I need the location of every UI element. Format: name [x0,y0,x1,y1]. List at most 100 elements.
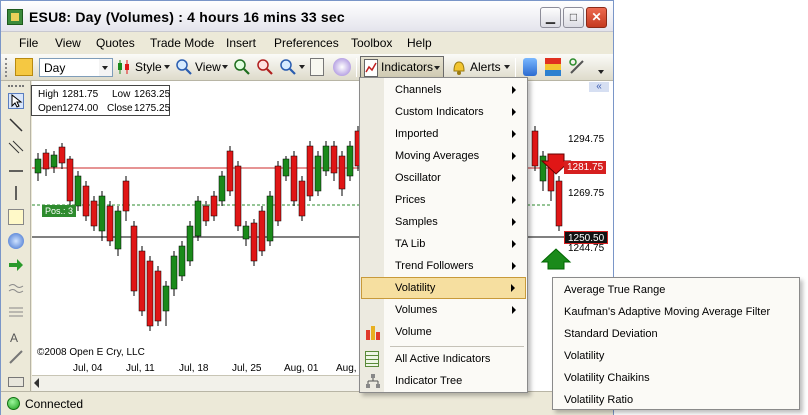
vertical-line-icon[interactable] [8,185,24,201]
submenu-item-standard-deviation[interactable]: Standard Deviation [564,328,658,340]
menu-item-ta-lib[interactable]: TA Lib [361,233,526,255]
candle-body [170,255,178,290]
minimize-button[interactable]: ▁ [540,7,561,28]
candle-body [50,154,58,168]
note-icon[interactable] [8,209,24,225]
maximize-button[interactable]: □ [563,7,584,28]
volume-bars-icon [365,324,381,340]
price-axis-label: 1294.75 [568,134,605,145]
tools-icon[interactable] [569,58,585,76]
date-axis-label: Jul, 25 [232,363,262,374]
drawing-toolbar: A [1,81,31,391]
candle-body [138,250,146,312]
zoom-out-icon[interactable] [257,58,273,76]
pen-tool-icon[interactable] [8,349,24,365]
candle-body [154,270,162,322]
toolbar-separator [356,58,357,77]
zoom-in-icon[interactable] [234,58,250,76]
menu-toolbox[interactable]: Toolbox [351,36,392,50]
menu-item-channels[interactable]: Channels [361,79,526,101]
menu-item-trend-followers[interactable]: Trend Followers [361,255,526,277]
menu-quotes[interactable]: Quotes [96,36,135,50]
candle-body [322,145,330,172]
view-dropdown-icon[interactable] [222,65,228,69]
link-icon[interactable] [523,58,537,76]
pointer-icon[interactable] [8,93,24,109]
menu-item-indicator-tree[interactable]: Indicator Tree [361,370,526,392]
candle-body [531,130,539,167]
toolbar-overflow-icon[interactable] [598,70,604,74]
candle-body [58,146,66,164]
indicators-label: Indicators [381,60,434,74]
fibonacci-icon[interactable] [8,305,24,321]
chevron-down-icon[interactable] [99,59,112,76]
view-button[interactable]: View [195,60,221,74]
submenu-arrow-icon [512,174,516,182]
crosshair-icon[interactable] [333,58,351,76]
menu-insert[interactable]: Insert [226,36,256,50]
alerts-dropdown-icon[interactable] [504,65,510,69]
line-tool-icon[interactable] [8,117,24,133]
parallel-lines-icon[interactable] [8,139,24,155]
indicators-dropdown-icon [434,66,440,70]
svg-text:A: A [10,331,18,345]
alerts-button[interactable]: Alerts [470,60,501,74]
candle-body [162,285,170,312]
tree-icon [365,373,381,389]
position-tag[interactable]: Pos.: 3 [42,205,77,217]
menu-trade-mode[interactable]: Trade Mode [150,36,214,50]
zoom-menu-icon[interactable] [280,58,296,76]
style-dropdown-icon[interactable] [164,65,170,69]
submenu-item-volatility-chaikins[interactable]: Volatility Chaikins [564,372,650,384]
status-bar: Connected [1,391,613,415]
menu-help[interactable]: Help [407,36,432,50]
submenu-item-volatility-ratio[interactable]: Volatility Ratio [564,394,633,406]
candle-body [130,225,138,292]
text-tool-icon[interactable]: A [8,329,24,345]
scroll-left-icon[interactable] [34,378,39,388]
arrow-right-icon[interactable] [8,257,24,273]
connection-status-text: Connected [25,397,84,411]
menu-item-oscillator[interactable]: Oscillator [361,167,526,189]
indicators-button[interactable]: Indicators [360,56,444,78]
candle-body [178,245,186,277]
horizontal-line-icon[interactable] [8,163,24,179]
menu-item-moving-averages[interactable]: Moving Averages [361,145,526,167]
submenu-item-average-true-range[interactable]: Average True Range [564,284,665,296]
close-button[interactable]: ✕ [586,7,607,28]
collapse-panel-icon[interactable]: « [589,82,609,92]
horizontal-scrollbar[interactable] [32,375,362,391]
menu-item-volume[interactable]: Volume [361,321,526,343]
color-palette-icon[interactable] [545,58,561,76]
menu-file[interactable]: File [19,36,38,50]
symbol-icon[interactable] [15,58,33,76]
candle-body [122,180,130,212]
menu-item-prices[interactable]: Prices [361,189,526,211]
current-price-tag: 1250.50 [564,231,609,244]
submenu-item-kaufman-adaptive-ma-filter[interactable]: Kaufman's Adaptive Moving Average Filter [564,306,770,318]
menu-item-volatility[interactable]: Volatility [361,277,526,299]
close-value: 1275.25 [134,103,171,114]
menu-preferences[interactable]: Preferences [274,36,339,50]
zoom-dropdown-icon[interactable] [299,65,305,69]
connection-status-icon [7,397,20,410]
wave-lines-icon[interactable] [8,281,24,297]
menu-item-label: All Active Indicators [395,353,491,365]
drawing-toolbar-expand[interactable] [8,377,24,387]
menu-item-imported[interactable]: Imported [361,123,526,145]
submenu-arrow-icon [512,108,516,116]
menu-item-all-active-indicators[interactable]: All Active Indicators [361,348,526,370]
style-button[interactable]: Style [135,60,162,74]
menu-view[interactable]: View [55,36,81,50]
menu-item-custom-indicators[interactable]: Custom Indicators [361,101,526,123]
page-icon[interactable] [310,58,324,76]
title-bar[interactable]: ESU8: Day (Volumes) : 4 hours 16 mins 33… [1,1,613,32]
ellipse-tool-icon[interactable] [8,233,24,249]
menu-item-samples[interactable]: Samples [361,211,526,233]
toolbar-grip[interactable] [5,58,8,77]
submenu-item-volatility[interactable]: Volatility [564,350,604,362]
period-combo[interactable]: Day [39,58,113,77]
candle-body [234,165,242,227]
drawing-toolbar-grip[interactable] [8,85,24,89]
menu-item-volumes[interactable]: Volumes [361,299,526,321]
